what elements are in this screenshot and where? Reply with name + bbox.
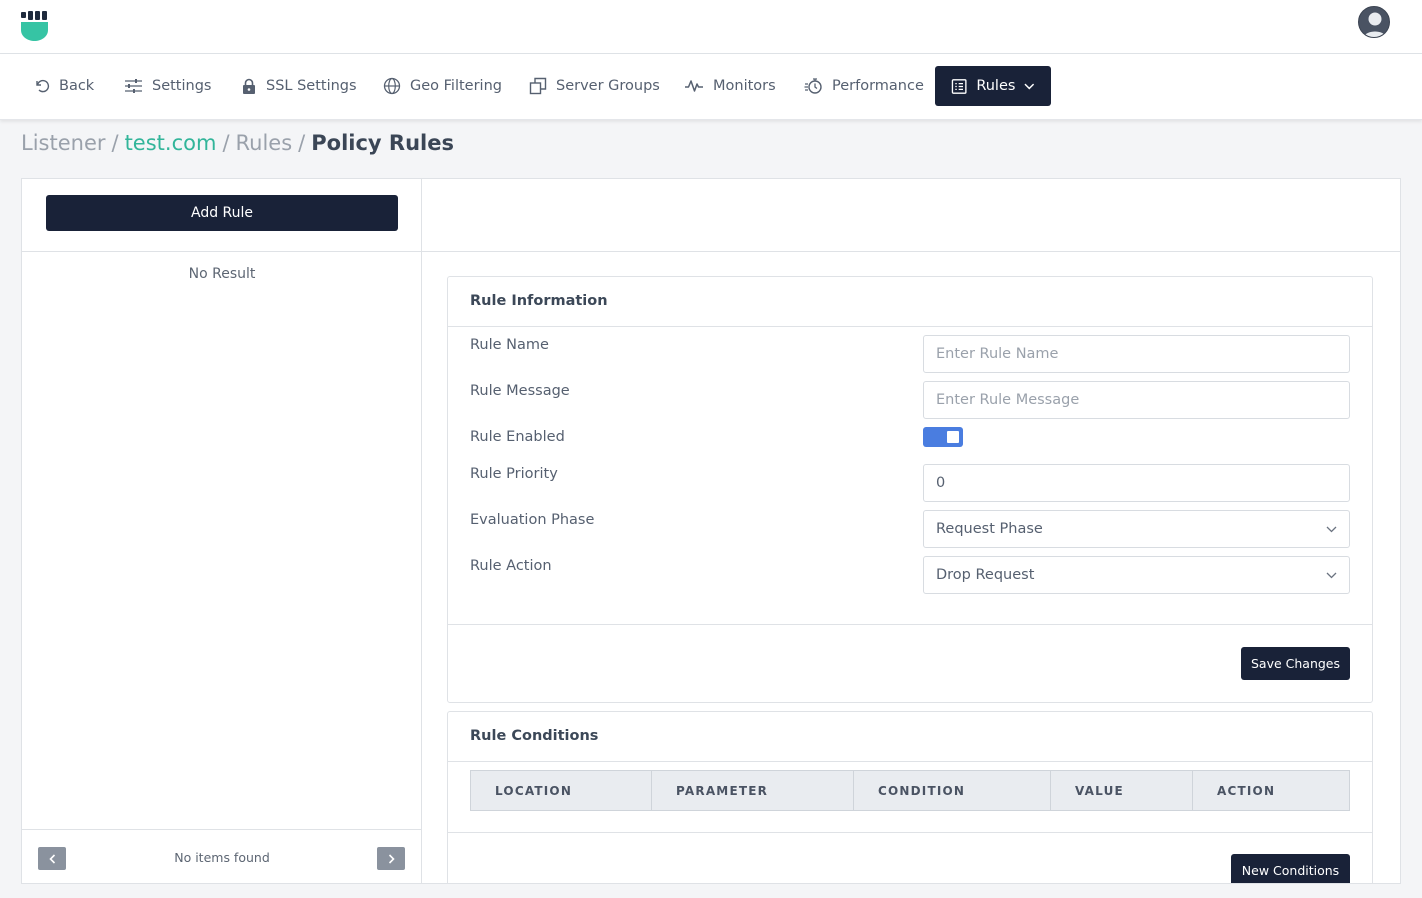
nav-back[interactable]: Back — [34, 66, 94, 106]
new-conditions-button[interactable]: New Conditions — [1231, 854, 1350, 883]
page-title: Policy Rules — [311, 131, 454, 155]
rule-list-header: Add Rule — [22, 179, 422, 252]
breadcrumb-listener[interactable]: Listener — [21, 131, 106, 155]
stopwatch-icon — [804, 78, 822, 94]
chevron-right-icon — [388, 853, 395, 864]
copy-icon — [529, 77, 547, 95]
nav-performance-label: Performance — [832, 78, 924, 94]
undo-icon — [36, 79, 50, 93]
chevron-down-icon — [1024, 83, 1035, 89]
nav-settings[interactable]: Settings — [124, 66, 211, 106]
table-header-row: LOCATION PARAMETER CONDITION VALUE ACTIO… — [470, 770, 1350, 811]
breadcrumb-rules[interactable]: Rules — [236, 131, 293, 155]
rule-priority-input[interactable] — [923, 464, 1350, 502]
empty-result-text: No Result — [188, 266, 256, 282]
globe-icon — [383, 77, 401, 95]
user-avatar[interactable] — [1358, 6, 1390, 38]
rule-list-panel: Add Rule No Result No items found — [22, 179, 422, 883]
pagination-status: No items found — [174, 850, 270, 865]
nav-settings-label: Settings — [152, 78, 212, 94]
chevron-left-icon — [48, 853, 55, 864]
rule-name-input[interactable] — [923, 335, 1350, 373]
column-parameter: PARAMETER — [651, 770, 854, 811]
rule-enabled-label: Rule Enabled — [470, 429, 565, 445]
rule-detail-header — [422, 179, 1400, 252]
nav-geo-filtering-label: Geo Filtering — [410, 78, 502, 94]
evaluation-phase-select[interactable]: Request Phase — [923, 510, 1350, 548]
user-icon — [1363, 12, 1387, 37]
add-rule-button[interactable]: Add Rule — [46, 195, 398, 231]
rule-action-select[interactable]: Drop Request — [923, 556, 1350, 594]
rule-message-label: Rule Message — [470, 383, 570, 399]
rule-message-input[interactable] — [923, 381, 1350, 419]
nav-monitors-label: Monitors — [713, 78, 776, 94]
card-divider — [448, 832, 1372, 833]
column-value: VALUE — [1050, 770, 1193, 811]
rule-information-title: Rule Information — [470, 293, 608, 309]
nav-back-label: Back — [59, 78, 95, 94]
nav-server-groups[interactable]: Server Groups — [529, 66, 660, 106]
rule-action-label: Rule Action — [470, 558, 552, 574]
card-divider — [448, 761, 1372, 762]
lock-icon — [243, 78, 255, 94]
rule-enabled-toggle[interactable] — [923, 427, 963, 447]
breadcrumb-listener-name[interactable]: test.com — [125, 131, 217, 155]
breadcrumb: Listener / test.com / Rules / Policy Rules — [21, 131, 454, 155]
conditions-table: LOCATION PARAMETER CONDITION VALUE ACTIO… — [470, 770, 1350, 811]
toggle-knob — [947, 431, 959, 443]
nav-rules[interactable]: Rules — [935, 66, 1051, 106]
pagination: No items found — [22, 829, 422, 883]
save-changes-button[interactable]: Save Changes — [1241, 647, 1350, 680]
nav-monitors[interactable]: Monitors — [684, 66, 776, 106]
nav-ssl-settings[interactable]: SSL Settings — [241, 66, 357, 106]
evaluation-phase-label: Evaluation Phase — [470, 512, 595, 528]
app-logo-icon[interactable] — [20, 10, 50, 42]
prev-page-button[interactable] — [38, 847, 66, 870]
column-action: ACTION — [1192, 770, 1350, 811]
sliders-icon — [125, 79, 142, 93]
chevron-down-icon — [1326, 572, 1337, 578]
breadcrumb-separator: / — [111, 131, 119, 155]
nav-rules-label: Rules — [976, 78, 1016, 94]
column-location: LOCATION — [470, 770, 652, 811]
breadcrumb-separator: / — [222, 131, 230, 155]
rule-information-card: Rule Information Rule Name Rule Message … — [447, 276, 1373, 703]
card-divider — [448, 624, 1372, 625]
rules-panel: Add Rule No Result No items found Rule I… — [21, 178, 1401, 884]
rule-conditions-title: Rule Conditions — [470, 728, 599, 744]
card-divider — [448, 326, 1372, 327]
rule-name-label: Rule Name — [470, 337, 549, 353]
nav-server-groups-label: Server Groups — [556, 78, 660, 94]
rule-priority-label: Rule Priority — [470, 466, 558, 482]
activity-icon — [685, 80, 703, 92]
listener-nav: Back Settings SSL Settings Geo Filtering… — [0, 54, 1422, 120]
list-icon — [951, 78, 967, 94]
nav-geo-filtering[interactable]: Geo Filtering — [383, 66, 502, 106]
nav-ssl-settings-label: SSL Settings — [266, 78, 357, 94]
breadcrumb-separator: / — [298, 131, 306, 155]
evaluation-phase-value: Request Phase — [936, 521, 1043, 537]
rule-conditions-card: Rule Conditions LOCATION PARAMETER CONDI… — [447, 711, 1373, 883]
nav-performance[interactable]: Performance — [804, 66, 924, 106]
next-page-button[interactable] — [377, 847, 405, 870]
top-bar — [0, 0, 1422, 54]
chevron-down-icon — [1326, 526, 1337, 532]
rule-action-value: Drop Request — [936, 567, 1035, 583]
column-condition: CONDITION — [853, 770, 1051, 811]
